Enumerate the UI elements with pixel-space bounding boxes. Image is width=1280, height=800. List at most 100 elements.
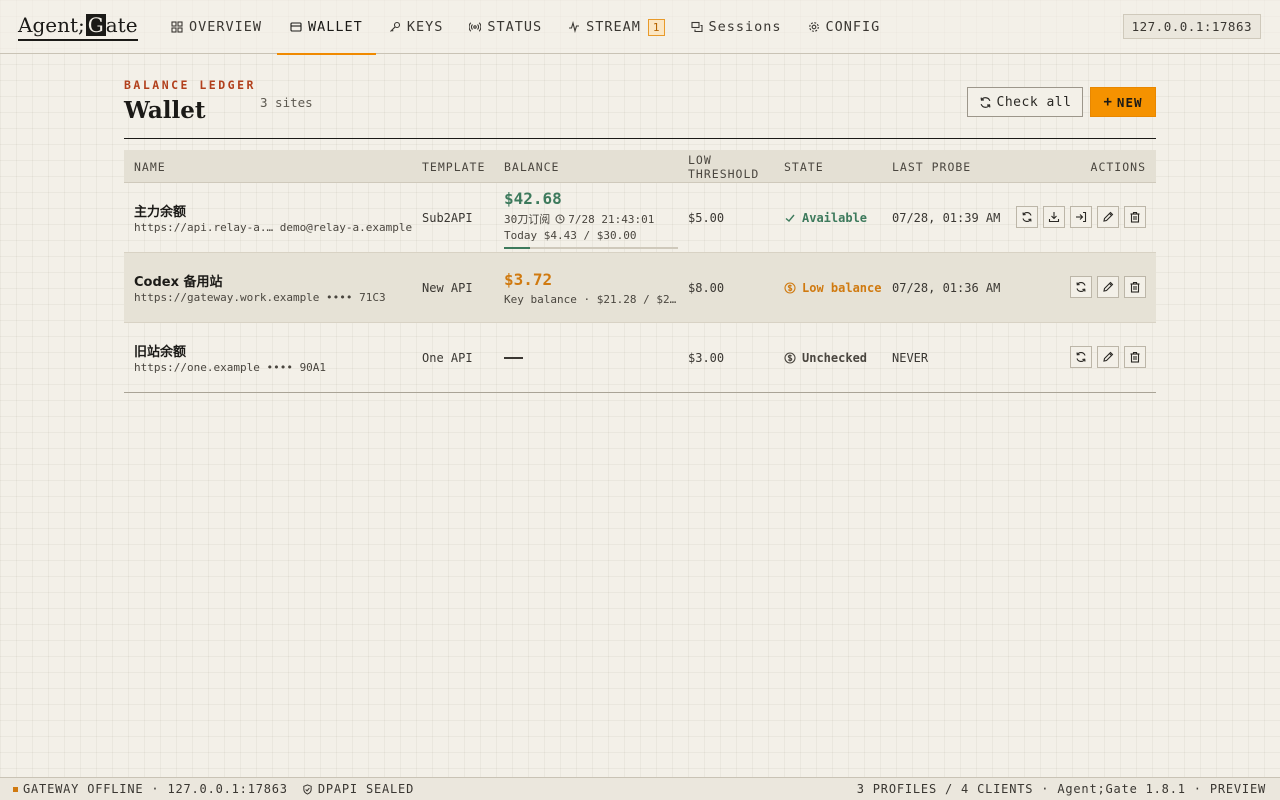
key-balance-detail: Key balance · $21.28 / $2… xyxy=(504,293,677,306)
nav-wallet[interactable]: WALLET xyxy=(277,0,376,55)
nav-status-label: STATUS xyxy=(487,19,543,35)
status-left: GATEWAY OFFLINE · 127.0.0.1:17863 DPAPI … xyxy=(13,782,414,796)
plus-icon: + xyxy=(1103,94,1113,110)
table-row[interactable]: Codex 备用站 https://gateway.work.example •… xyxy=(124,253,1156,323)
check-all-label: Check all xyxy=(996,94,1072,110)
nav-sessions[interactable]: Sessions xyxy=(678,0,795,54)
offline-dot-icon xyxy=(13,786,18,792)
usage-progress-fill xyxy=(504,247,530,249)
gear-icon xyxy=(808,21,820,33)
site-balance: $42.68 xyxy=(504,189,562,208)
edit-button[interactable] xyxy=(1097,206,1119,228)
site-last-probe: 07/28, 01:36 AM xyxy=(892,281,1001,295)
site-name: 主力余额 xyxy=(134,205,187,220)
state-low-balance: Low balance xyxy=(784,281,881,295)
pulse-icon xyxy=(568,21,580,33)
nav-status[interactable]: STATUS xyxy=(456,0,555,54)
site-name: Codex 备用站 xyxy=(134,275,223,290)
check-icon xyxy=(785,214,795,222)
state-label: Available xyxy=(802,211,868,225)
logo-mark: G xyxy=(85,12,106,37)
login-icon xyxy=(1076,211,1087,223)
login-button[interactable] xyxy=(1070,206,1092,228)
row-actions xyxy=(1070,276,1146,298)
col-last-probe: LAST PROBE xyxy=(892,159,972,174)
dollar-circle-icon xyxy=(784,352,796,364)
refresh-button[interactable] xyxy=(1070,346,1092,368)
refresh-icon xyxy=(1076,282,1086,292)
row-actions xyxy=(1016,206,1146,228)
usage-progress xyxy=(504,247,678,249)
nav-config-label: CONFIG xyxy=(825,19,881,35)
download-icon xyxy=(1048,212,1060,223)
logo-tail: ate xyxy=(105,12,138,37)
top-bar: Agent; Gate OVERVIEW WALLET KEYS STATUS S… xyxy=(0,0,1280,55)
table-row[interactable]: 旧站余额 https://one.example •••• 90A1 One A… xyxy=(124,323,1156,393)
status-right: 3 PROFILES / 4 CLIENTS · Agent;Gate 1.8.… xyxy=(856,782,1266,796)
nav-config[interactable]: CONFIG xyxy=(795,0,894,54)
refresh-button[interactable] xyxy=(1070,276,1092,298)
trash-icon xyxy=(1130,211,1140,223)
edit-button[interactable] xyxy=(1097,346,1119,368)
gateway-address: 127.0.0.1:17863 xyxy=(1122,14,1261,39)
site-template: Sub2API xyxy=(422,211,473,225)
state-unchecked: Unchecked xyxy=(784,351,867,365)
page-eyebrow: BALANCE LEDGER xyxy=(124,78,256,92)
nav-stream-label: STREAM xyxy=(586,19,641,35)
header-divider xyxy=(124,138,1156,139)
balance-timestamp: 7/28 21:43:01 xyxy=(568,212,655,226)
grid-icon xyxy=(171,21,183,33)
nav-overview-label: OVERVIEW xyxy=(189,19,263,35)
site-url: https://gateway.work.example •••• 71C3 xyxy=(134,291,386,304)
row-actions xyxy=(1070,346,1146,368)
trash-icon xyxy=(1130,351,1140,363)
refresh-icon xyxy=(1076,352,1086,362)
signal-icon xyxy=(469,21,482,33)
site-url: https://one.example •••• 90A1 xyxy=(134,361,327,374)
state-label: Low balance xyxy=(802,281,882,295)
col-state: STATE xyxy=(784,159,824,174)
site-threshold: $3.00 xyxy=(688,351,725,365)
nav-sessions-label: Sessions xyxy=(708,19,782,35)
table-row[interactable]: 主力余额 https://api.relay-a.… demo@relay-a.… xyxy=(124,183,1156,253)
site-balance: $3.72 xyxy=(504,270,553,289)
new-site-label: NEW xyxy=(1116,94,1143,110)
site-template: One API xyxy=(422,351,473,365)
main-nav: OVERVIEW WALLET KEYS STATUS STREAM 1 Ses… xyxy=(158,0,894,55)
site-template: New API xyxy=(422,281,473,295)
shield-icon xyxy=(303,783,312,795)
site-threshold: $8.00 xyxy=(688,281,725,295)
refresh-button[interactable] xyxy=(1016,206,1038,228)
app-logo[interactable]: Agent; Gate xyxy=(18,11,138,41)
subscription-label: 30刀订阅 xyxy=(504,213,551,226)
wallet-icon xyxy=(290,21,302,33)
edit-icon xyxy=(1103,281,1114,292)
clock-icon xyxy=(555,214,565,224)
key-icon xyxy=(389,21,401,33)
balance-detail: 30刀订阅 7/28 21:43:01 xyxy=(504,211,654,227)
col-template: TEMPLATE xyxy=(422,159,486,174)
new-site-button[interactable]: + NEW xyxy=(1090,87,1156,117)
page-title: Wallet xyxy=(124,97,206,124)
edit-button[interactable] xyxy=(1097,276,1119,298)
refresh-icon xyxy=(1022,212,1032,222)
site-last-probe: NEVER xyxy=(892,351,929,365)
col-balance: BALANCE xyxy=(504,159,560,174)
site-threshold: $5.00 xyxy=(688,211,725,225)
status-bar: GATEWAY OFFLINE · 127.0.0.1:17863 DPAPI … xyxy=(0,777,1280,800)
check-all-button[interactable]: Check all xyxy=(967,87,1083,117)
edit-icon xyxy=(1103,211,1114,222)
nav-stream[interactable]: STREAM 1 xyxy=(555,0,677,54)
balance-empty-dash xyxy=(504,357,523,359)
site-count: 3 sites xyxy=(260,95,313,110)
nav-keys[interactable]: KEYS xyxy=(376,0,457,54)
delete-button[interactable] xyxy=(1124,276,1146,298)
delete-button[interactable] xyxy=(1124,206,1146,228)
download-button[interactable] xyxy=(1043,206,1065,228)
state-label: Unchecked xyxy=(802,351,868,365)
site-url: https://api.relay-a.… demo@relay-a.examp… xyxy=(134,221,413,234)
dollar-circle-icon xyxy=(784,282,796,294)
nav-overview[interactable]: OVERVIEW xyxy=(158,0,275,54)
delete-button[interactable] xyxy=(1124,346,1146,368)
edit-icon xyxy=(1103,351,1114,362)
